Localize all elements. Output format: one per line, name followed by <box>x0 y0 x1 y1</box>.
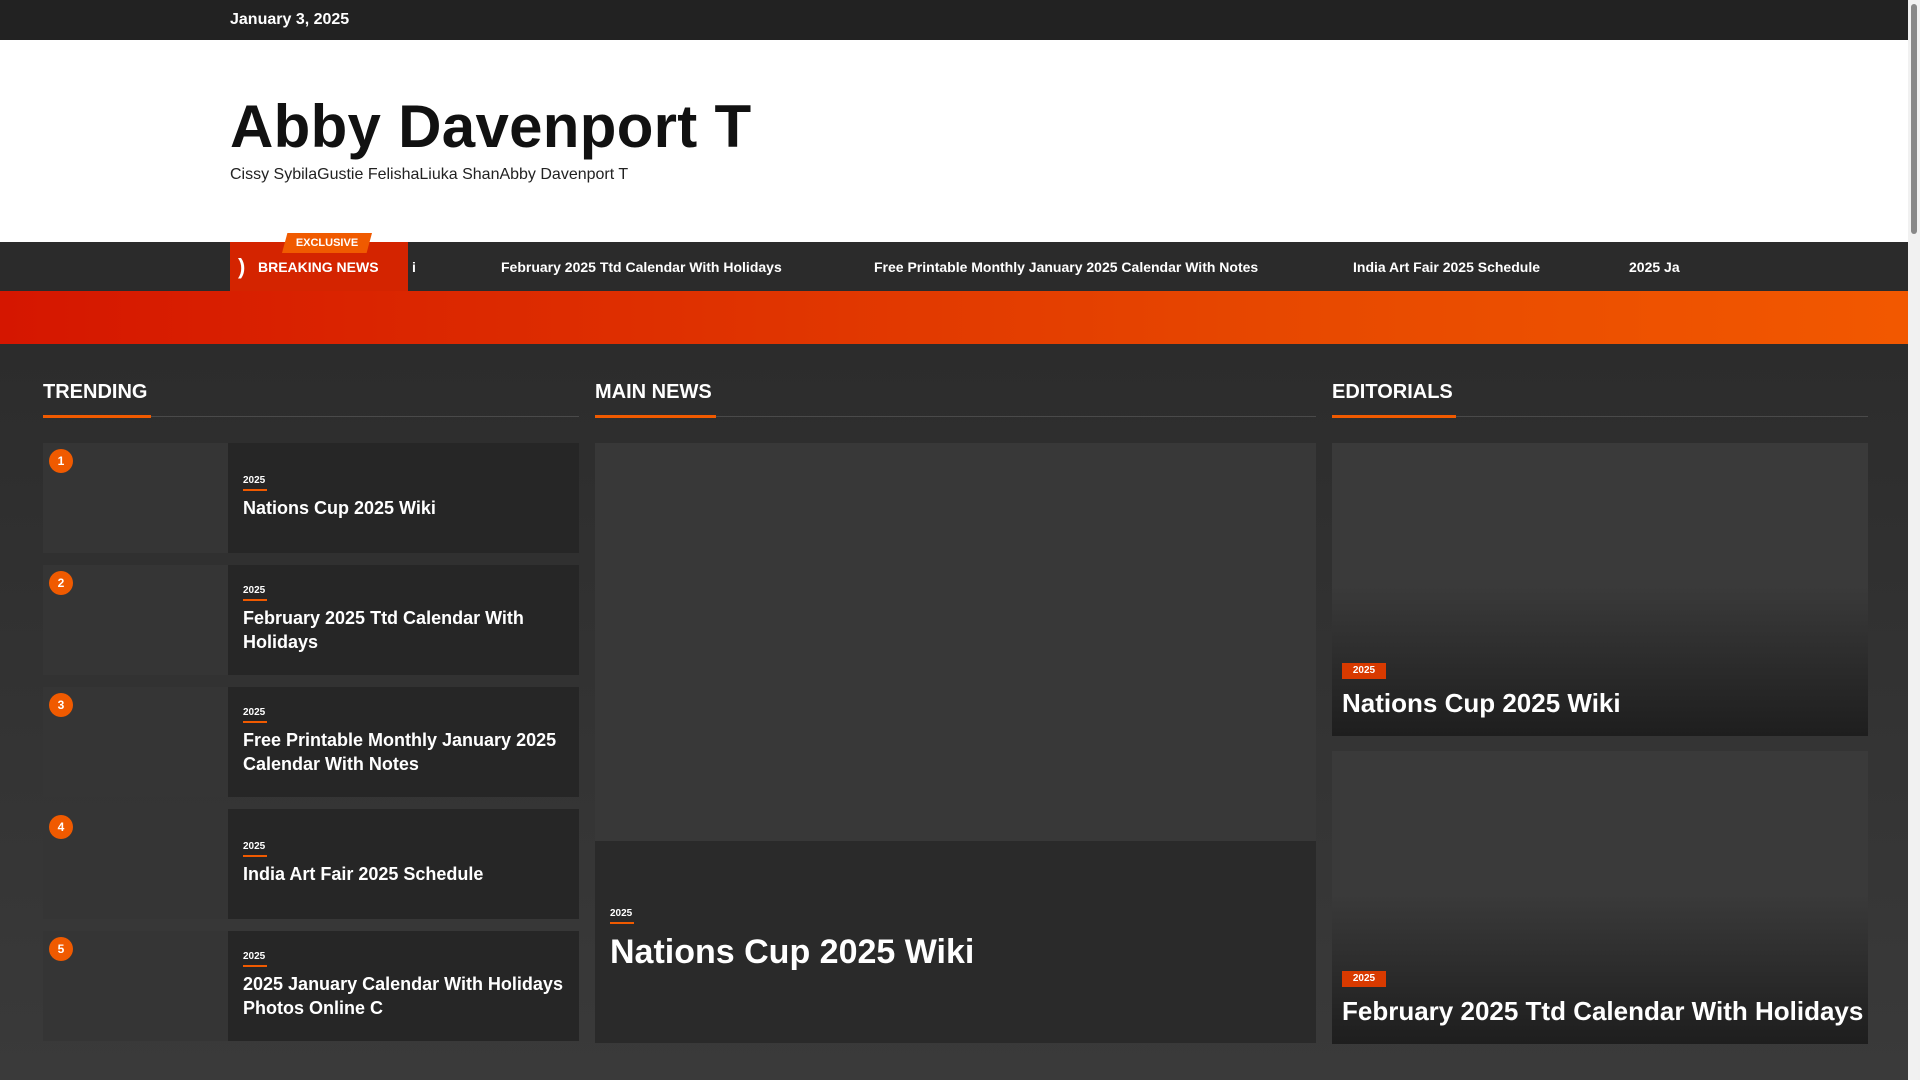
category-tag[interactable]: 2025 <box>243 841 265 852</box>
category-tag[interactable]: 2025 <box>243 585 265 596</box>
trending-rank-badge: 3 <box>49 693 73 717</box>
trending-item[interactable]: 2 2025 February 2025 Ttd Calendar With H… <box>43 565 579 675</box>
trending-text-panel: 2025 Nations Cup 2025 Wiki <box>228 443 579 553</box>
current-date: January 3, 2025 <box>230 11 350 28</box>
trending-title[interactable]: 2025 January Calendar With Holidays Phot… <box>243 972 573 1020</box>
main-news-heading: MAIN NEWS <box>595 381 712 403</box>
editorial-title[interactable]: February 2025 Ttd Calendar With Holidays <box>1342 996 1863 1027</box>
trending-title[interactable]: Free Printable Monthly January 2025 Cale… <box>243 728 573 776</box>
trending-title[interactable]: Nations Cup 2025 Wiki <box>243 496 573 520</box>
editorial-title[interactable]: Nations Cup 2025 Wiki <box>1342 688 1621 719</box>
ticker-item[interactable]: February 2025 Ttd Calendar With Holidays <box>501 259 782 275</box>
ticker-item[interactable]: Free Printable Monthly January 2025 Cale… <box>874 259 1258 275</box>
category-tag[interactable]: 2025 <box>243 707 265 718</box>
category-underline <box>243 489 267 491</box>
trending-text-panel: 2025 Free Printable Monthly January 2025… <box>228 687 579 797</box>
trending-rank-badge: 1 <box>49 449 73 473</box>
exclusive-badge: EXCLUSIVE <box>282 233 372 253</box>
category-underline <box>243 855 267 857</box>
top-bar: January 3, 2025 <box>0 0 1908 40</box>
site-description: Cissy SybilaGustie FelishaLiuka ShanAbby… <box>230 166 629 183</box>
accent-band <box>0 291 1908 344</box>
editorials-underline <box>1332 415 1456 418</box>
ticker-item[interactable]: 2025 Ja <box>1629 259 1680 275</box>
main-news-underline <box>595 415 716 418</box>
editorials-heading: EDITORIALS <box>1332 381 1453 403</box>
trending-text-panel: 2025 February 2025 Ttd Calendar With Hol… <box>228 565 579 675</box>
breaking-news-text: BREAKING NEWS <box>258 259 379 275</box>
trending-item[interactable]: 5 2025 2025 January Calendar With Holida… <box>43 931 579 1041</box>
site-header: Abby Davenport T Cissy SybilaGustie Feli… <box>0 40 1908 242</box>
editorial-card[interactable]: 2025 February 2025 Ttd Calendar With Hol… <box>1332 751 1868 1044</box>
page-scrollbar[interactable] <box>1908 0 1920 1080</box>
category-tag[interactable]: 2025 <box>243 475 265 486</box>
trending-rank-badge: 4 <box>49 815 73 839</box>
trending-heading: TRENDING <box>43 381 148 403</box>
category-underline <box>243 965 267 967</box>
ticker-item[interactable]: i <box>412 259 416 275</box>
category-badge[interactable]: 2025 <box>1342 971 1386 987</box>
category-tag[interactable]: 2025 <box>243 951 265 962</box>
trending-rank-badge: 5 <box>49 937 73 961</box>
trending-text-panel: 2025 2025 January Calendar With Holidays… <box>228 931 579 1041</box>
trending-title[interactable]: India Art Fair 2025 Schedule <box>243 862 573 886</box>
trending-item[interactable]: 1 2025 Nations Cup 2025 Wiki <box>43 443 579 553</box>
trending-text-panel: 2025 India Art Fair 2025 Schedule <box>228 809 579 919</box>
category-underline <box>243 721 267 723</box>
breaking-news-bracket-icon: ) <box>238 254 246 279</box>
editorial-card[interactable]: 2025 Nations Cup 2025 Wiki <box>1332 443 1868 736</box>
category-badge[interactable]: 2025 <box>1342 663 1386 679</box>
trending-rank-badge: 2 <box>49 571 73 595</box>
category-underline <box>610 922 634 924</box>
trending-underline <box>43 415 151 418</box>
ticker-item[interactable]: India Art Fair 2025 Schedule <box>1353 259 1540 275</box>
site-title[interactable]: Abby Davenport T <box>230 92 752 161</box>
category-tag[interactable]: 2025 <box>610 908 632 919</box>
page: January 3, 2025 Abby Davenport T Cissy S… <box>0 0 1908 1080</box>
trending-item[interactable]: 3 2025 Free Printable Monthly January 20… <box>43 687 579 797</box>
trending-title[interactable]: February 2025 Ttd Calendar With Holidays <box>243 606 573 654</box>
scrollbar-thumb[interactable] <box>1911 4 1917 234</box>
main-news-headline[interactable]: Nations Cup 2025 Wiki <box>610 933 974 972</box>
trending-item[interactable]: 4 2025 India Art Fair 2025 Schedule <box>43 809 579 919</box>
main-news-card[interactable]: 2025 Nations Cup 2025 Wiki <box>595 443 1316 1043</box>
category-underline <box>243 599 267 601</box>
